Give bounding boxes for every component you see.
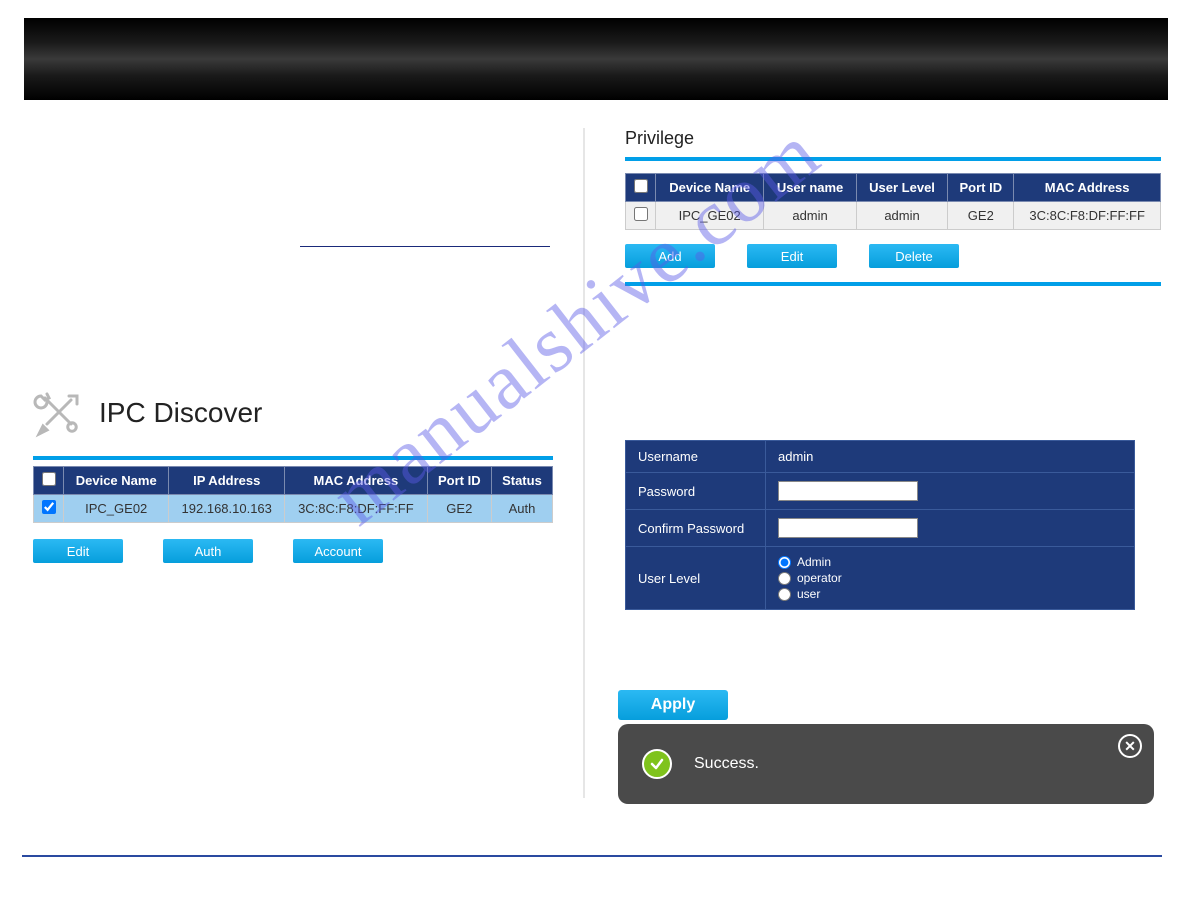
privilege-hr	[625, 157, 1161, 161]
privilege-select-all-checkbox[interactable]	[634, 179, 648, 193]
toast-close-button[interactable]: ✕	[1118, 734, 1142, 758]
userlevel-radios: Admin operator user	[778, 555, 1122, 601]
privilege-cell-portid: GE2	[948, 202, 1014, 230]
privilege-header-checkbox-cell	[626, 174, 656, 202]
radio-admin-text: Admin	[797, 555, 831, 569]
privilege-row-checkbox[interactable]	[634, 207, 648, 221]
table-row[interactable]: IPC_GE02 192.168.10.163 3C:8C:F8:DF:FF:F…	[34, 495, 553, 523]
header-banner	[24, 18, 1168, 100]
radio-user[interactable]	[778, 588, 791, 601]
ipc-cell-status: Auth	[491, 495, 552, 523]
toast-message: Success.	[694, 755, 759, 773]
privilege-col-device: Device Name	[656, 174, 764, 202]
table-row[interactable]: IPC_GE02 admin admin GE2 3C:8C:F8:DF:FF:…	[626, 202, 1161, 230]
edit-button[interactable]: Edit	[747, 244, 837, 268]
ipc-cell-device: IPC_GE02	[64, 495, 169, 523]
radio-admin[interactable]	[778, 556, 791, 569]
underline-placeholder	[300, 246, 550, 247]
ipc-table: Device Name IP Address MAC Address Port …	[33, 466, 553, 523]
username-label: Username	[626, 441, 766, 473]
delete-button[interactable]: Delete	[869, 244, 959, 268]
confirm-password-input[interactable]	[778, 518, 918, 538]
ipc-row-checkbox[interactable]	[42, 500, 56, 514]
ipc-col-device: Device Name	[64, 467, 169, 495]
ipc-discover-title: IPC Discover	[99, 397, 262, 429]
add-button[interactable]: Add	[625, 244, 715, 268]
privilege-section: Privilege Device Name User name User Lev…	[625, 128, 1161, 298]
ipc-cell-portid: GE2	[427, 495, 491, 523]
radio-operator-text: operator	[797, 571, 842, 585]
privilege-cell-mac: 3C:8C:F8:DF:FF:FF	[1014, 202, 1161, 230]
confirm-password-label: Confirm Password	[626, 510, 766, 547]
privilege-table: Device Name User name User Level Port ID…	[625, 173, 1161, 230]
radio-user-text: user	[797, 587, 820, 601]
privilege-cell-device: IPC_GE02	[656, 202, 764, 230]
ipc-col-portid: Port ID	[427, 467, 491, 495]
ipc-auth-button[interactable]: Auth	[163, 539, 253, 563]
ipc-select-all-checkbox[interactable]	[42, 472, 56, 486]
account-form: Username admin Password Confirm Password…	[625, 440, 1135, 610]
ipc-edit-button[interactable]: Edit	[33, 539, 123, 563]
ipc-cell-mac: 3C:8C:F8:DF:FF:FF	[285, 495, 428, 523]
ipc-discover-heading: IPC Discover	[33, 388, 262, 438]
password-label: Password	[626, 473, 766, 510]
ipc-col-ip: IP Address	[169, 467, 285, 495]
privilege-col-userlevel: User Level	[856, 174, 948, 202]
ipc-hr	[33, 456, 553, 460]
close-icon: ✕	[1124, 738, 1136, 755]
radio-operator[interactable]	[778, 572, 791, 585]
tools-icon	[33, 388, 83, 438]
privilege-col-mac: MAC Address	[1014, 174, 1161, 202]
ipc-cell-ip: 192.168.10.163	[169, 495, 285, 523]
radio-user-label[interactable]: user	[778, 587, 1122, 601]
ipc-col-status: Status	[491, 467, 552, 495]
vertical-divider	[583, 128, 585, 798]
success-check-icon	[642, 749, 672, 779]
userlevel-label: User Level	[626, 547, 766, 610]
radio-admin-label[interactable]: Admin	[778, 555, 1122, 569]
password-input[interactable]	[778, 481, 918, 501]
privilege-cell-userlevel: admin	[856, 202, 948, 230]
ipc-header-checkbox-cell	[34, 467, 64, 495]
apply-button[interactable]: Apply	[618, 690, 728, 720]
privilege-cell-username: admin	[764, 202, 856, 230]
privilege-hr-bottom	[625, 282, 1161, 286]
username-value: admin	[778, 449, 813, 464]
ipc-account-button[interactable]: Account	[293, 539, 383, 563]
privilege-title: Privilege	[625, 128, 1161, 149]
success-toast: Success. ✕	[618, 724, 1154, 804]
privilege-col-username: User name	[764, 174, 856, 202]
footer-line	[22, 855, 1162, 857]
ipc-col-mac: MAC Address	[285, 467, 428, 495]
ipc-discover-section: Device Name IP Address MAC Address Port …	[33, 456, 553, 563]
radio-operator-label[interactable]: operator	[778, 571, 1122, 585]
privilege-col-portid: Port ID	[948, 174, 1014, 202]
